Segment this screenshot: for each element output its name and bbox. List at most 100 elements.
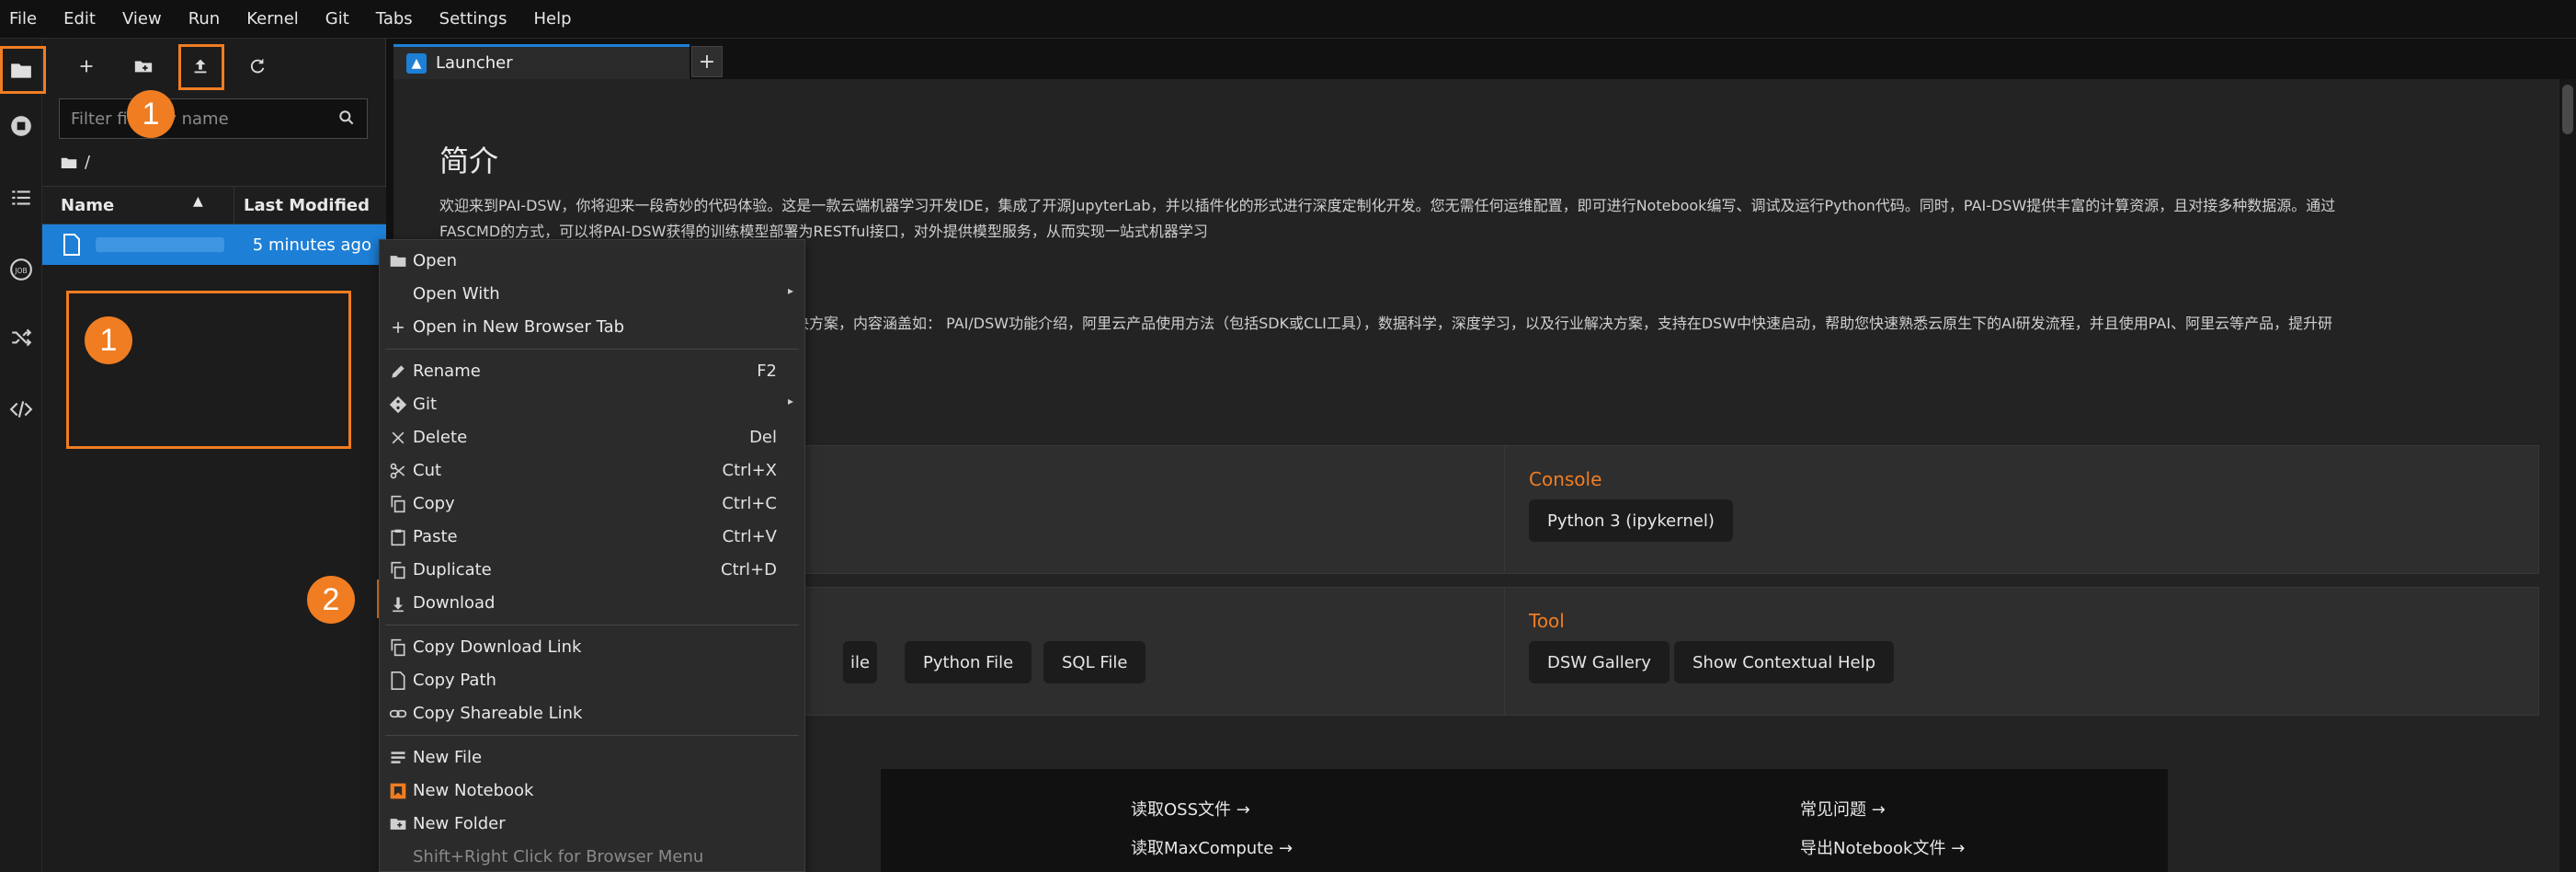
new-folder-button[interactable] [125,48,162,85]
scrollbar-thumb[interactable] [2562,85,2573,134]
annotation-box-drop-area [66,291,351,449]
link-export-notebook[interactable]: 导出Notebook文件 → [1800,835,1965,859]
menu-view[interactable]: View [122,9,162,29]
menu-item-open-new-tab[interactable]: Open in New Browser Tab [380,312,804,343]
menu-file[interactable]: File [9,9,37,29]
filter-files-input[interactable] [71,109,328,129]
tool-section: Tool DSW Gallery Show Contextual Help [1504,587,2539,716]
menu-item-new-notebook[interactable]: New Notebook [380,775,804,807]
link-read-maxcompute[interactable]: 读取MaxCompute → [1131,835,1293,859]
plus-icon [393,322,404,333]
menu-git[interactable]: Git [325,9,349,29]
filter-files-field[interactable] [59,98,368,139]
annotation-step-2: 2 [307,576,355,624]
menu-item-new-file[interactable]: New File [380,742,804,774]
menu-item-browser-menu-hint: Shift+Right Click for Browser Menu [380,842,804,872]
annotation-box-folder [0,46,46,94]
submenu-arrow-icon: ▸ [787,395,793,407]
submenu-arrow-icon: ▸ [787,284,793,297]
link-icon [389,709,407,718]
menu-item-duplicate[interactable]: Duplicate Ctrl+D [380,555,804,586]
refresh-button[interactable] [239,48,276,85]
menu-item-label: Shift+Right Click for Browser Menu [413,847,704,866]
menu-item-delete[interactable]: Delete Del [380,422,804,453]
breadcrumb-root[interactable]: / [85,153,90,172]
file-list-item[interactable]: 5 minutes ago [42,224,386,265]
stop-circle-icon [11,116,31,136]
menu-item-label: Copy Download Link [413,637,582,657]
tab-launcher[interactable]: ▲ Launcher [393,44,690,79]
list-icon [12,190,30,205]
pencil-icon [392,365,405,378]
menu-item-open[interactable]: Open [380,246,804,277]
code-snippets-tab[interactable] [0,388,42,430]
notebook-icon [390,783,406,799]
new-folder-icon [134,61,153,73]
menu-item-label: Cut [413,461,442,480]
menu-item-rename[interactable]: Rename F2 [380,356,804,387]
folder-icon[interactable] [61,156,77,169]
menu-edit[interactable]: Edit [63,9,96,29]
git-tab[interactable] [0,316,42,359]
menu-item-shortcut: F2 [757,361,777,381]
duplicate-icon [391,561,405,579]
column-modified-header[interactable]: Last Modified [244,196,370,215]
menu-item-shortcut: Ctrl+X [722,461,777,480]
refresh-icon [250,58,265,74]
menu-item-new-folder[interactable]: New Folder [380,809,804,840]
menu-item-git[interactable]: Git ▸ [380,389,804,420]
menu-help[interactable]: Help [533,9,571,29]
menu-item-paste[interactable]: Paste Ctrl+V [380,522,804,553]
jobs-tab[interactable]: JOB [0,248,42,291]
menu-item-label: Rename [413,361,481,381]
menu-item-download[interactable]: Download [380,588,804,619]
table-of-contents-tab[interactable] [0,177,42,219]
intro-title: 简介 [439,143,499,178]
menu-item-open-with[interactable]: Open With ▸ [380,279,804,310]
menu-tabs[interactable]: Tabs [376,9,413,29]
file-list-header: Name ▲ Last Modified [42,186,386,225]
add-tab-button[interactable]: + [691,46,723,77]
python3-console-button[interactable]: Python 3 (ipykernel) [1529,499,1733,542]
menu-item-cut[interactable]: Cut Ctrl+X [380,455,804,487]
python-file-button[interactable]: Python File [905,641,1032,683]
new-launcher-button[interactable] [68,48,105,85]
dsw-gallery-button[interactable]: DSW Gallery [1529,641,1670,683]
file-modified-time: 5 minutes ago [252,235,371,255]
download-icon [393,597,404,613]
sql-file-button[interactable]: SQL File [1043,641,1146,683]
paste-icon [391,529,405,546]
menu-separator [385,735,799,736]
menu-item-copy-download-link[interactable]: Copy Download Link [380,632,804,663]
running-sessions-tab[interactable] [0,105,42,147]
contextual-help-button[interactable]: Show Contextual Help [1674,641,1895,683]
link-read-oss[interactable]: 读取OSS文件 → [1131,797,1250,820]
menu-item-label: Open With [413,284,500,304]
svg-text:JOB: JOB [14,267,27,275]
folder-icon [390,256,406,267]
text-file-button[interactable]: ile [843,641,878,683]
shuffle-icon [12,328,32,347]
menu-item-label: Copy [413,494,455,513]
menu-item-label: New Folder [413,814,506,833]
menu-item-copy-shareable-link[interactable]: Copy Shareable Link [380,698,804,729]
menu-item-label: Delete [413,428,468,447]
launcher-scrollbar[interactable] [2559,79,2576,872]
console-section: Console Python 3 (ipykernel) [1504,445,2539,574]
quick-links-panel: 读取OSS文件 → 读取MaxCompute → 常见问题 → 导出Notebo… [881,769,2168,872]
file-icon [63,234,80,256]
menu-item-shortcut: Del [749,428,777,447]
menu-item-label: Copy Shareable Link [413,704,583,723]
menu-item-shortcut: Ctrl+C [722,494,777,513]
menu-item-label: Git [413,395,438,414]
menu-settings[interactable]: Settings [439,9,507,29]
menu-item-copy[interactable]: Copy Ctrl+C [380,488,804,520]
file-name [96,237,224,252]
link-faq[interactable]: 常见问题 → [1800,797,1886,820]
column-name-header[interactable]: Name [61,196,114,215]
menu-item-copy-path[interactable]: Copy Path [380,665,804,696]
menu-run[interactable]: Run [188,9,221,29]
menu-item-label: Open in New Browser Tab [413,317,625,337]
menu-kernel[interactable]: Kernel [246,9,299,29]
code-icon [9,401,33,418]
